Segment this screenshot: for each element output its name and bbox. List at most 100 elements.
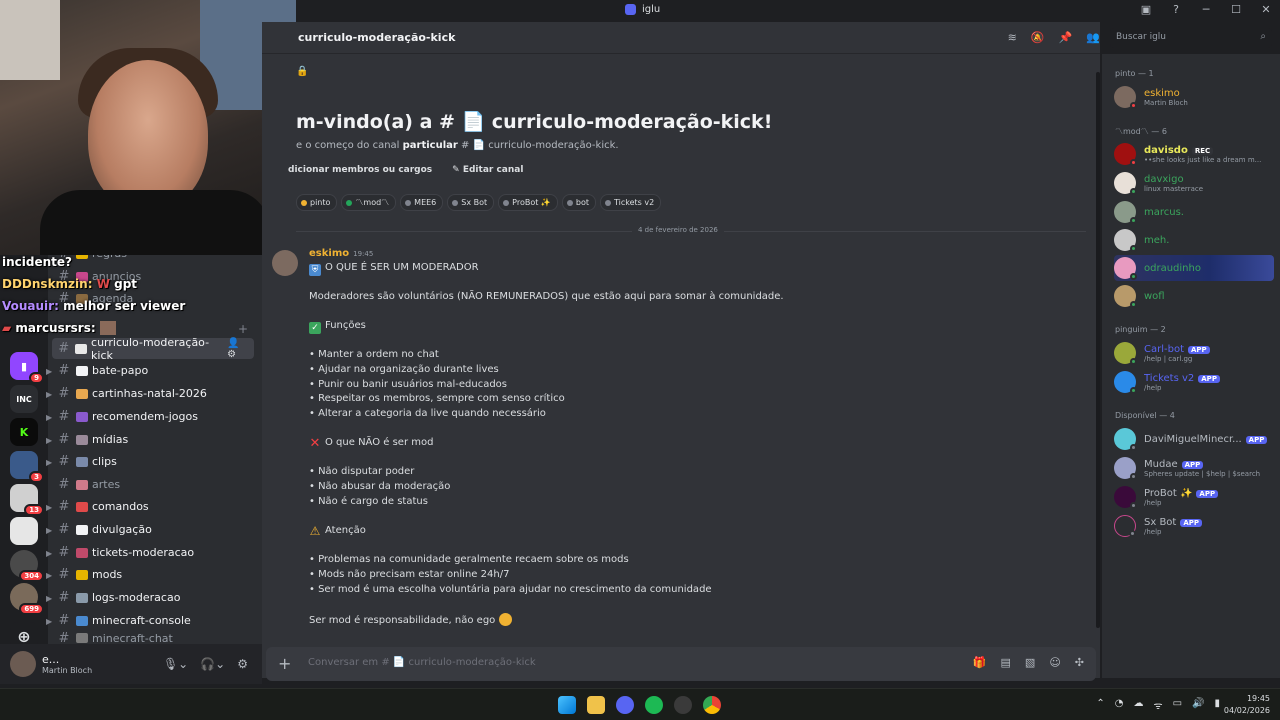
avatar[interactable] [272,250,298,276]
hash-icon: # [58,363,70,378]
channel-clips[interactable]: # clips [52,451,254,472]
chevron-up-icon[interactable]: ⌃ [1096,698,1104,712]
channel-curriculo-moderacao-kick[interactable]: # curriculo-moderação-kick 👤⚙ [52,336,254,362]
channel-midias[interactable]: # mídias [52,429,254,450]
spotify-icon[interactable] [645,696,663,714]
apps-icon[interactable]: ✣ [1075,656,1084,669]
server-icon-699[interactable]: 699 [10,583,44,615]
close-button[interactable]: ✕ [1258,3,1274,16]
gift-icon[interactable]: 🎁 [973,656,987,669]
microphone-icon[interactable]: 🎙⌄ [163,657,188,671]
headphones-icon[interactable]: 🎧⌄ [200,657,225,671]
member-item[interactable]: davisdo REC ••she looks just like a dream … [1114,141,1276,167]
minimize-button[interactable]: ─ [1198,3,1214,16]
role-pill[interactable]: Sx Bot [447,194,495,211]
server-icon-304[interactable]: 304 [10,550,44,582]
taskbar-clock[interactable]: 19:45 04/02/2026 [1224,693,1270,717]
member-item[interactable]: Carl-bot APP/help | carl.gg [1114,340,1276,366]
role-pill[interactable]: 〽mod〽 [341,194,397,211]
member-status: /help | carl.gg [1144,354,1193,363]
battery-icon[interactable]: ▮ [1214,698,1220,712]
channel-recomendem-jogos[interactable]: # recomendem-jogos [52,406,254,427]
stream-chat-user: DDDnskmzin: [2,277,93,291]
member-name: marcus. [1144,206,1184,218]
member-item[interactable]: wofl [1114,283,1276,309]
member-list-icon[interactable]: 👥 [1086,31,1100,44]
sticker-icon[interactable]: ▧ [1025,656,1035,669]
create-channel-icon[interactable]: + [238,322,248,336]
add-members-button[interactable]: dicionar membros ou cargos [288,165,432,175]
network-icon[interactable]: ◔ [1115,698,1124,712]
role-pill[interactable]: pinto [296,194,338,211]
member-item[interactable]: DaviMiguelMinecr... APP [1114,426,1278,452]
obs-icon[interactable] [674,696,692,714]
wifi-icon[interactable]: ᯤ [1153,698,1162,712]
channel-cartinhas-natal-2026[interactable]: # cartinhas-natal-2026 [52,383,254,404]
member-item[interactable]: davxigo linux masterrace [1114,170,1276,196]
windows-start-icon[interactable] [558,696,576,714]
channel-comandos[interactable]: # comandos [52,496,254,517]
composer-tools: 🎁 ▤ ▧ ☺ ✣ [973,656,1084,669]
file-explorer-icon[interactable] [587,696,605,714]
member-item[interactable]: Sx Bot APP/help [1114,513,1276,539]
search-input[interactable]: Buscar iglu ⌕ [1110,28,1272,48]
channel-settings-icon[interactable]: 👤⚙ [227,338,248,360]
scrollbar[interactable] [1096,72,1100,628]
server-icon-twitch[interactable]: ▮ 9 [10,352,44,384]
member-item[interactable]: odraudinho [1114,255,1274,281]
server-icon-13[interactable]: 13 [10,484,44,516]
member-name: Tickets v2 [1144,372,1195,384]
help-icon[interactable]: ? [1168,3,1184,16]
channel-tickets-moderacao[interactable]: # tickets-moderacao [52,542,254,563]
pin-icon[interactable]: 📌 [1059,31,1073,44]
server-icon-kick[interactable]: K [10,418,38,446]
emoji-icon[interactable]: ☺ [1049,656,1060,669]
message-author[interactable]: eskimo [309,248,349,259]
role-pill[interactable]: MEE6 [400,194,444,211]
member-item[interactable]: Tickets v2 APP/help [1114,369,1276,395]
avatar[interactable] [10,651,36,677]
hash-icon: # [58,590,70,605]
channel-artes[interactable]: # artes [52,474,254,495]
mute-bell-icon[interactable]: 🔕 [1031,31,1045,44]
channel-minecraft-chat[interactable]: # minecraft-chat [52,632,254,644]
role-pill[interactable]: bot [561,194,596,211]
server-icon-3[interactable]: 3 [10,451,44,483]
rec-tag: REC [1191,146,1214,155]
cloud-icon[interactable]: ☁ [1133,698,1143,712]
member-name: Carl-bot [1144,343,1184,355]
member-item[interactable]: ProBot ✨ APP/help [1114,484,1276,510]
channel-minecraft-console[interactable]: # minecraft-console [52,610,254,631]
role-pill[interactable]: ProBot ✨ [498,194,558,211]
channel-mods[interactable]: # mods [52,564,254,585]
message-composer[interactable]: + Conversar em # 📄 curriculo-moderação-k… [266,647,1096,681]
channel-bate-papo[interactable]: # bate-papo [52,360,254,381]
threads-icon[interactable]: ≋ [1008,31,1017,44]
gear-icon[interactable]: ⚙ [237,657,248,671]
display-icon[interactable]: ▭ [1173,698,1182,712]
attach-plus-icon[interactable]: + [278,654,291,673]
server-icon-6[interactable] [10,517,38,545]
channel-divulgacao[interactable]: # divulgação [52,519,254,540]
hash-icon: # [58,567,70,582]
app-tag: APP [1198,374,1220,383]
channel-logs-moderacao[interactable]: # logs-moderacao [52,587,254,608]
role-pill[interactable]: Tickets v2 [599,194,662,211]
welcome-bold: particular [402,140,458,151]
edit-channel-button[interactable]: ✎ Editar canal [452,165,523,175]
date-divider-label: 4 de fevereiro de 2026 [632,226,724,234]
volume-icon[interactable]: 🔊 [1192,698,1204,712]
stream-chat-line: DDDnskmzin: W gpt [2,277,138,291]
maximize-button[interactable]: ☐ [1228,3,1244,16]
chrome-icon[interactable] [703,696,721,714]
member-item[interactable]: eskimo Martin Bloch [1114,84,1276,110]
member-item[interactable]: Mudae APP Spheres update | $help | $search [1114,455,1276,481]
server-icon-inc[interactable]: INC [10,385,38,413]
hash-icon: # [58,545,70,560]
discord-icon[interactable] [616,696,634,714]
member-item[interactable]: meh. [1114,227,1276,253]
stream-chat-line: incidente? [2,255,72,269]
inbox-icon[interactable]: ▣ [1138,3,1154,16]
gif-icon[interactable]: ▤ [1001,656,1011,669]
member-item[interactable]: marcus. [1114,199,1276,225]
